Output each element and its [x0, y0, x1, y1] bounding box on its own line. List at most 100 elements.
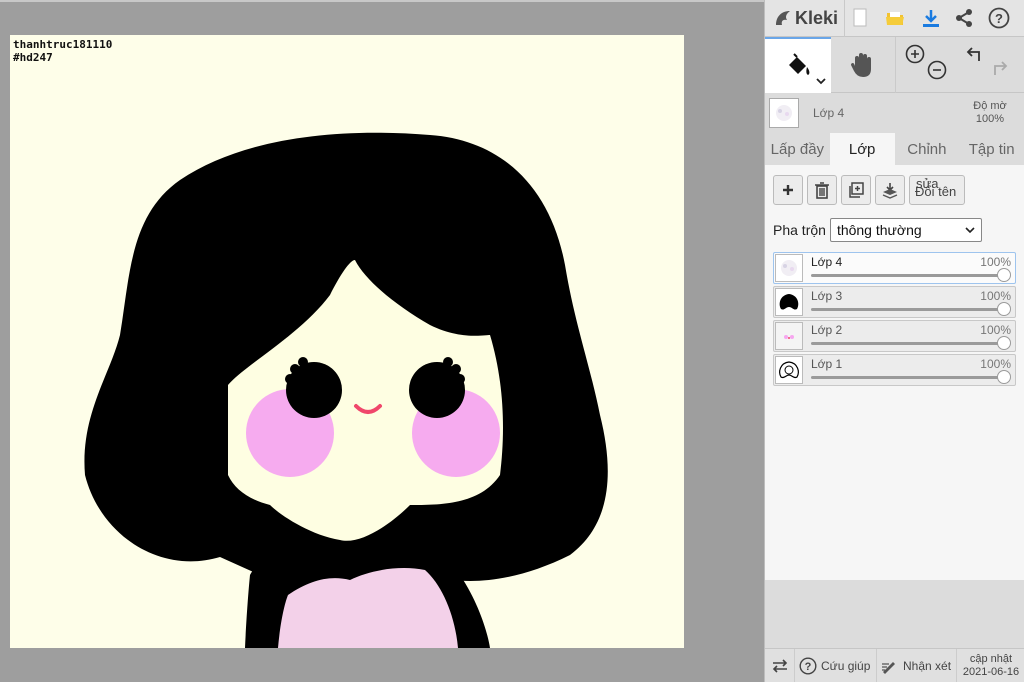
watermark-line1: thanhtruc181110 [13, 38, 113, 51]
delete-layer-button[interactable] [807, 175, 837, 205]
kleki-logo-icon [776, 11, 790, 25]
layer-opacity-slider[interactable] [997, 268, 1011, 282]
opacity-readout[interactable]: Độ mờ 100% [960, 100, 1020, 126]
zoom-in-icon[interactable] [904, 43, 926, 65]
panel-tabs: Lấp đầy Lớp Chỉnh Tập tin [765, 133, 1024, 165]
help-button[interactable]: ? [981, 0, 1017, 37]
update-info[interactable]: cập nhật 2021-06-16 [957, 649, 1024, 682]
fill-tool-button[interactable] [765, 37, 831, 93]
feedback-icon [882, 661, 895, 674]
layer-opacity: 100% [980, 289, 1011, 303]
merge-layer-button[interactable] [875, 175, 905, 205]
top-divider [0, 0, 764, 2]
download-button[interactable] [915, 0, 947, 37]
hand-icon [851, 53, 871, 77]
update-date: 2021-06-16 [962, 665, 1020, 678]
download-icon [923, 10, 939, 27]
hand-tool-button[interactable] [831, 37, 895, 93]
opacity-value: 100% [975, 113, 1005, 125]
layer-opacity-slider[interactable] [997, 336, 1011, 350]
trash-icon [815, 182, 829, 199]
tab-fill[interactable]: Lấp đầy [765, 133, 830, 165]
chevron-down-icon [965, 227, 975, 234]
open-file-button[interactable] [875, 0, 915, 37]
rename-layer-button[interactable]: sửa Đổi tên [909, 175, 965, 205]
panel-footer: ? Cứu giúp Nhận xét cập nhật 2021-06-16 [765, 648, 1024, 682]
layer-opacity-track [811, 274, 1003, 277]
current-layer-thumbnail [769, 98, 799, 128]
layer-opacity: 100% [980, 255, 1011, 269]
chevron-down-icon[interactable] [816, 77, 826, 85]
undo-icon[interactable] [965, 45, 985, 65]
zoom-controls [895, 37, 957, 93]
layer-opacity-slider[interactable] [997, 302, 1011, 316]
share-icon [956, 9, 972, 27]
open-folder-icon [886, 12, 904, 25]
new-file-button[interactable] [845, 0, 875, 37]
panel-header: Kleki ? [765, 0, 1024, 37]
side-panel: Kleki ? Lớp 4 Độ mờ 100% Lấp đầy Lớp Chỉ… [764, 0, 1024, 682]
zoom-out-icon[interactable] [926, 59, 948, 81]
feedback-button[interactable]: Nhận xét [877, 648, 957, 682]
layer-item-3[interactable]: Lớp 3 100% [773, 286, 1016, 318]
redo-icon[interactable] [989, 59, 1009, 79]
layer-item-4[interactable]: Lớp 4 100% [773, 252, 1016, 284]
layer-name: Lớp 2 [811, 323, 843, 337]
merge-down-icon [882, 183, 898, 199]
current-layer-header: Lớp 4 Độ mờ 100% [765, 93, 1024, 133]
layer-name: Lớp 1 [811, 357, 843, 371]
artwork [84, 132, 608, 648]
tool-row [765, 37, 1024, 93]
watermark: thanhtruc181110 #hd247 [13, 38, 112, 64]
tab-file[interactable]: Tập tin [959, 133, 1024, 165]
blend-mode-label: Pha trộn [773, 222, 826, 238]
layer-item-1[interactable]: Lớp 1 100% [773, 354, 1016, 386]
current-layer-name: Lớp 4 [813, 106, 845, 120]
opacity-label: Độ mờ [973, 100, 1007, 112]
layer-thumbnail [775, 288, 803, 316]
layer-name: Lớp 4 [811, 255, 843, 269]
new-file-icon [853, 8, 867, 27]
kleki-logo[interactable]: Kleki [765, 0, 845, 37]
layer-opacity-track [811, 342, 1003, 345]
svg-text:?: ? [995, 11, 1003, 26]
layer-thumbnail [775, 254, 803, 282]
layer-thumbnail [775, 356, 803, 384]
blend-mode-select[interactable]: thông thường [829, 218, 982, 242]
undo-redo-controls [957, 37, 1023, 93]
layer-opacity: 100% [980, 323, 1011, 337]
update-label: cập nhật [969, 652, 1013, 665]
help-footer-button[interactable]: ? Cứu giúp [795, 648, 877, 682]
layer-opacity-track [811, 376, 1003, 379]
layer-item-2[interactable]: Lớp 2 100% [773, 320, 1016, 352]
layer-thumbnail [775, 322, 803, 350]
blend-mode-row: Pha trộn thông thường [773, 217, 1016, 243]
rename-label: Đổi tên [915, 184, 957, 199]
layer-name: Lớp 3 [811, 289, 843, 303]
layer-list: Lớp 4 100% Lớp 3 100% Lớp 2 100% Lớp 1 1… [773, 252, 1016, 386]
layer-opacity-track [811, 308, 1003, 311]
svg-text:?: ? [805, 661, 812, 673]
layer-actions: sửa Đổi tên [773, 173, 1016, 207]
share-button[interactable] [947, 0, 981, 37]
layers-panel: sửa Đổi tên Pha trộn thông thường Lớp 4 … [765, 165, 1024, 580]
help-icon: ? [799, 656, 817, 675]
duplicate-layer-button[interactable] [841, 175, 871, 205]
swap-arrows-icon [772, 658, 787, 673]
tab-layers[interactable]: Lớp [829, 133, 895, 165]
help-label: Cứu giúp [821, 658, 871, 673]
duplicate-icon [849, 182, 864, 198]
watermark-line2: #hd247 [13, 51, 53, 64]
layer-opacity-slider[interactable] [997, 370, 1011, 384]
drawing-canvas[interactable]: thanhtruc181110 #hd247 [10, 35, 684, 648]
feedback-label: Nhận xét [903, 658, 952, 673]
swap-side-button[interactable] [765, 648, 795, 682]
app-name: Kleki [795, 7, 839, 28]
add-layer-button[interactable] [773, 175, 803, 205]
tab-edit[interactable]: Chỉnh [895, 133, 960, 165]
plus-icon [783, 185, 793, 195]
help-icon: ? [988, 7, 1010, 29]
blend-mode-value: thông thường [836, 222, 922, 238]
fill-bucket-icon [789, 53, 810, 75]
canvas-workspace[interactable]: thanhtruc181110 #hd247 [0, 0, 764, 682]
